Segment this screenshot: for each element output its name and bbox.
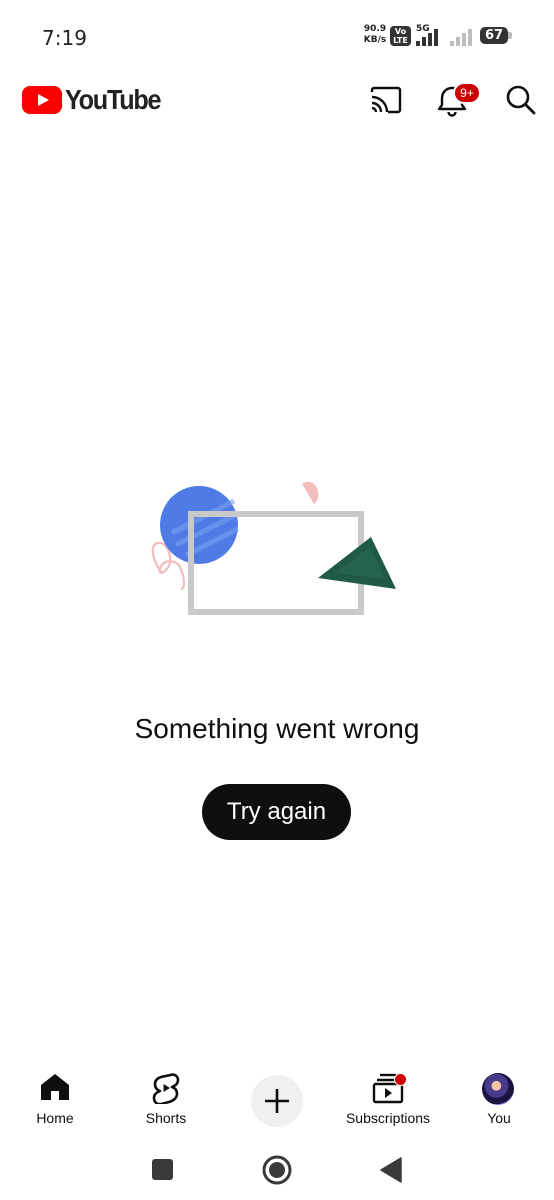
recents-square-icon bbox=[152, 1159, 173, 1180]
system-home-button[interactable] bbox=[259, 1152, 295, 1188]
avatar[interactable] bbox=[482, 1073, 514, 1105]
bottom-navigation: Home Shorts Subscriptions You bbox=[0, 1062, 554, 1138]
nav-label-home: Home bbox=[36, 1110, 74, 1126]
shorts-icon bbox=[152, 1073, 180, 1104]
network-speed-value: 90.9 bbox=[363, 24, 387, 34]
nav-label-you: You bbox=[487, 1110, 511, 1126]
network-speed-unit: KB/s bbox=[363, 35, 387, 45]
recents-button[interactable] bbox=[145, 1152, 181, 1188]
youtube-play-icon bbox=[22, 86, 62, 114]
search-icon bbox=[506, 85, 536, 115]
signal-strength-icon bbox=[414, 26, 442, 46]
home-icon bbox=[41, 1074, 69, 1100]
nav-label-subscriptions: Subscriptions bbox=[345, 1110, 431, 1126]
signal-strength-secondary-icon bbox=[448, 26, 476, 46]
youtube-logo-text: YouTube bbox=[65, 84, 161, 115]
top-app-bar: YouTube 9+ bbox=[0, 72, 554, 130]
nav-item-subscriptions[interactable]: Subscriptions bbox=[333, 1072, 443, 1132]
battery-icon: 67 bbox=[480, 27, 508, 44]
battery-tip bbox=[508, 32, 512, 39]
try-again-button[interactable]: Try again bbox=[202, 784, 351, 840]
cast-icon bbox=[370, 86, 402, 114]
cast-button[interactable] bbox=[364, 78, 408, 122]
error-message: Something went wrong bbox=[134, 713, 420, 744]
plus-icon bbox=[265, 1089, 289, 1113]
error-illustration-graphic bbox=[151, 481, 396, 615]
volte-bottom-label: LTE bbox=[393, 36, 408, 45]
error-illustration bbox=[130, 475, 410, 625]
back-button[interactable] bbox=[373, 1152, 409, 1188]
subscriptions-new-dot bbox=[394, 1073, 407, 1086]
nav-label-shorts: Shorts bbox=[145, 1110, 187, 1126]
system-navigation-bar bbox=[0, 1140, 554, 1200]
battery-level: 67 bbox=[484, 28, 504, 43]
status-bar: 7:19 90.9 KB/s Vo LTE 5G 67 bbox=[0, 0, 554, 72]
notification-count-badge: 9+ bbox=[453, 82, 481, 104]
status-time: 7:19 bbox=[42, 26, 87, 50]
youtube-logo[interactable]: YouTube bbox=[22, 84, 171, 116]
search-button[interactable] bbox=[498, 78, 542, 122]
network-speed: 90.9 KB/s bbox=[362, 24, 388, 46]
nav-item-home[interactable]: Home bbox=[0, 1072, 110, 1132]
volte-top-label: Vo bbox=[394, 27, 407, 36]
volte-icon: Vo LTE bbox=[390, 26, 411, 46]
create-button[interactable] bbox=[251, 1075, 303, 1127]
nav-item-shorts[interactable]: Shorts bbox=[111, 1072, 221, 1132]
home-circle-icon bbox=[262, 1155, 292, 1185]
back-triangle-icon bbox=[380, 1157, 402, 1183]
